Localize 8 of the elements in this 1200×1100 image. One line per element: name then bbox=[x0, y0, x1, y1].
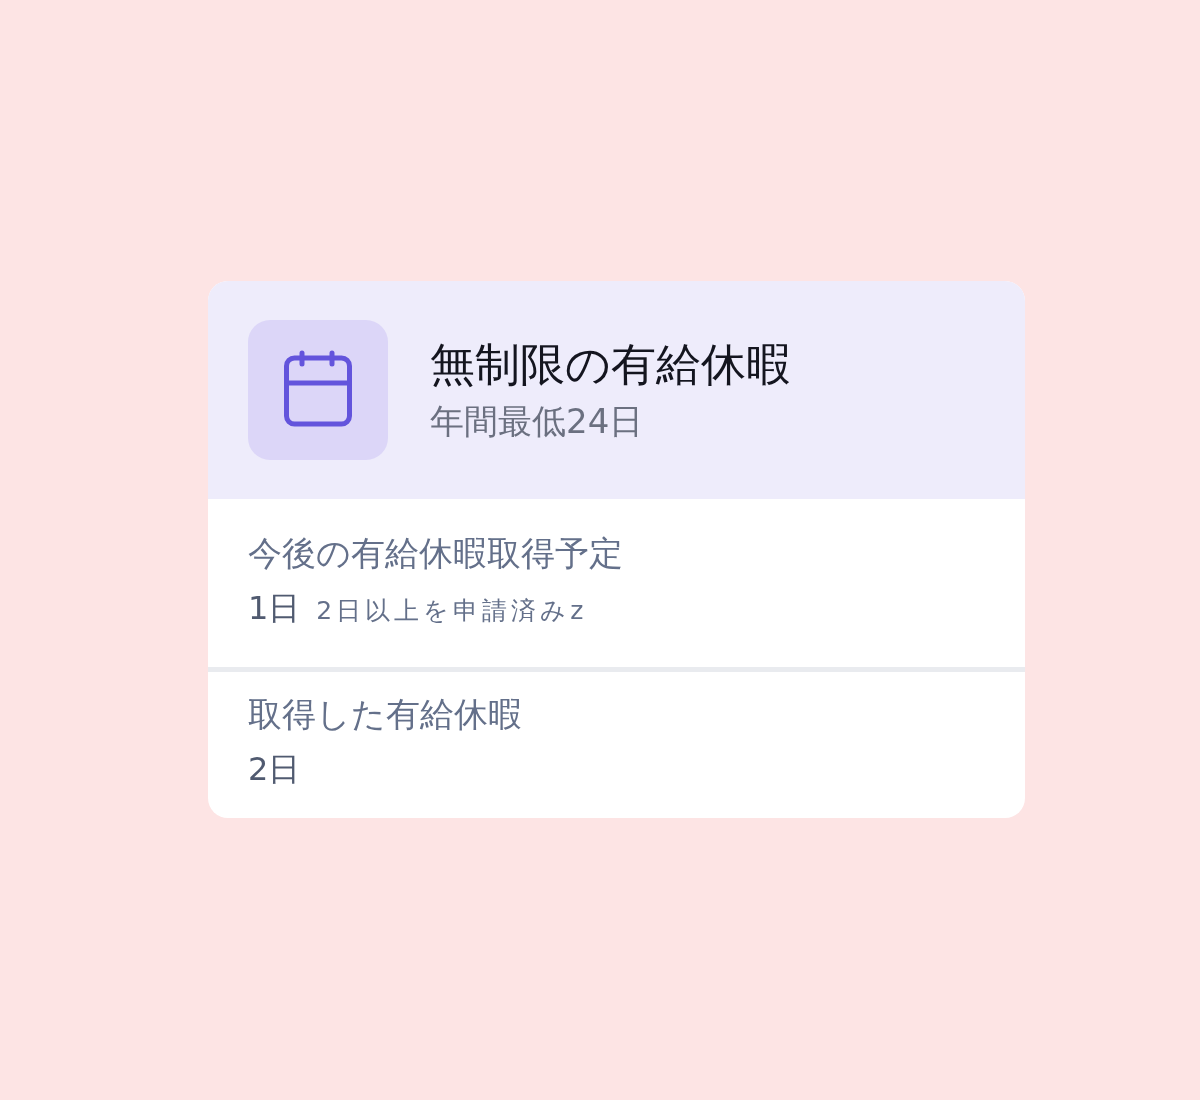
card-title: 無制限の有給休暇 bbox=[430, 337, 791, 393]
section-value: 2日 bbox=[248, 749, 301, 790]
calendar-icon bbox=[248, 320, 388, 460]
section-value: 1日 bbox=[248, 588, 301, 629]
section-label: 今後の有給休暇取得予定 bbox=[248, 532, 624, 575]
card-subtitle: 年間最低24日 bbox=[430, 400, 645, 443]
section-label: 取得した有給休暇 bbox=[248, 693, 523, 736]
section-note: 2日以上を申請済みz bbox=[316, 595, 588, 627]
